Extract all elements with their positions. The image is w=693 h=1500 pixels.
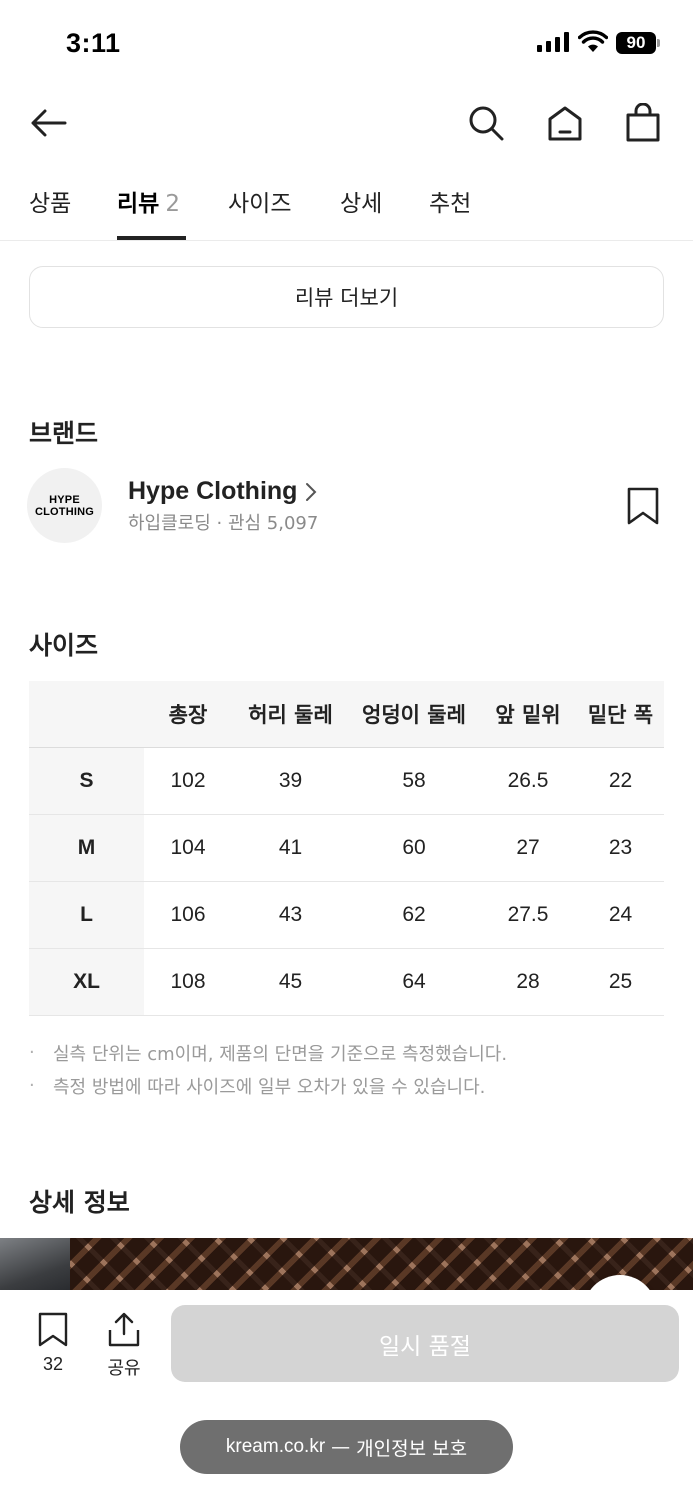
table-cell: 27.5 bbox=[479, 881, 577, 949]
tab-size[interactable]: 사이즈 bbox=[228, 184, 291, 240]
header-cell: 총장 bbox=[144, 681, 232, 748]
size-table: 총장 허리 둘레 엉덩이 둘레 앞 밑위 밑단 폭 S 102 39 58 26… bbox=[29, 681, 664, 1016]
table-cell: 102 bbox=[144, 747, 232, 815]
size-notes: · 실측 단위는 cm이며, 제품의 단면을 기준으로 측정했습니다. · 측정 방… bbox=[29, 1036, 669, 1102]
brand-subtitle: 하입클로딩 · 관심 5,097 bbox=[128, 513, 319, 534]
top-navigation bbox=[0, 95, 693, 155]
size-label: XL bbox=[29, 948, 144, 1016]
share-button[interactable]: 공유 bbox=[94, 1312, 154, 1380]
section-tabs: 상품 리뷰 2 사이즈 상세 추천 bbox=[0, 178, 693, 241]
table-cell: 60 bbox=[349, 814, 479, 882]
header-cell: 허리 둘레 bbox=[232, 681, 349, 748]
table-cell: 26.5 bbox=[479, 747, 577, 815]
table-row: L 106 43 62 27.5 24 bbox=[29, 881, 664, 949]
product-page: 3:11 90 상품 리뷰 2 사이즈 상세 추천 리뷰 더보기 브랜드 HYP… bbox=[0, 0, 693, 1500]
bullet: · bbox=[29, 1075, 35, 1096]
size-section-title: 사이즈 bbox=[29, 631, 99, 660]
size-note-text: 실측 단위는 cm이며, 제품의 단면을 기준으로 측정했습니다. bbox=[53, 1043, 508, 1065]
bookmark-icon bbox=[38, 1312, 68, 1347]
brand-section-title: 브랜드 bbox=[29, 419, 99, 448]
table-cell: 62 bbox=[349, 881, 479, 949]
cart-button[interactable] bbox=[621, 95, 665, 151]
privacy-label: 개인정보 보호 bbox=[356, 1437, 468, 1460]
table-cell: 104 bbox=[144, 814, 232, 882]
size-table-header: 총장 허리 둘레 엉덩이 둘레 앞 밑위 밑단 폭 bbox=[29, 681, 664, 748]
table-cell: 39 bbox=[232, 747, 349, 815]
battery-level: 90 bbox=[626, 33, 646, 52]
detail-image bbox=[0, 1238, 693, 1298]
review-count: 2 bbox=[165, 191, 180, 217]
table-row: S 102 39 58 26.5 22 bbox=[29, 747, 664, 815]
table-cell: 64 bbox=[349, 948, 479, 1016]
brand-logo-line: HYPE bbox=[49, 493, 80, 506]
tab-label: 추천 bbox=[429, 191, 472, 217]
battery-indicator: 90 bbox=[616, 32, 660, 54]
table-cell: 23 bbox=[577, 814, 664, 882]
header-cell: 앞 밑위 bbox=[479, 681, 577, 748]
table-cell: 45 bbox=[232, 948, 349, 1016]
search-button[interactable] bbox=[464, 95, 508, 151]
url-domain: kream.co.kr bbox=[225, 1436, 326, 1457]
header-cell bbox=[29, 681, 144, 748]
table-cell: 58 bbox=[349, 747, 479, 815]
tab-reviews[interactable]: 리뷰 2 bbox=[117, 184, 180, 240]
table-cell: 24 bbox=[577, 881, 664, 949]
tab-label: 상품 bbox=[29, 191, 72, 217]
size-note: · 측정 방법에 따라 사이즈에 일부 오차가 있을 수 있습니다. bbox=[29, 1069, 669, 1102]
share-label: 공유 bbox=[107, 1358, 141, 1379]
table-cell: 25 bbox=[577, 948, 664, 1016]
header-cell: 엉덩이 둘레 bbox=[349, 681, 479, 748]
detail-image-edge bbox=[0, 1238, 70, 1298]
table-cell: 108 bbox=[144, 948, 232, 1016]
tab-details[interactable]: 상세 bbox=[340, 184, 382, 240]
table-cell: 27 bbox=[479, 814, 577, 882]
home-icon bbox=[548, 106, 582, 141]
detail-section-title: 상세 정보 bbox=[29, 1188, 130, 1217]
cellular-signal-icon bbox=[537, 32, 569, 52]
size-label: L bbox=[29, 881, 144, 949]
table-cell: 22 bbox=[577, 747, 664, 815]
header-cell: 밑단 폭 bbox=[577, 681, 664, 748]
back-button[interactable] bbox=[26, 95, 70, 151]
brand-logo-line: CLOTHING bbox=[34, 505, 95, 518]
wishlist-button[interactable]: 32 bbox=[23, 1312, 83, 1375]
size-label: S bbox=[29, 747, 144, 815]
more-reviews-button[interactable]: 리뷰 더보기 bbox=[29, 266, 664, 328]
tab-label: 리뷰 bbox=[117, 191, 160, 217]
chevron-right-icon bbox=[306, 482, 317, 501]
size-label: M bbox=[29, 814, 144, 882]
table-row: XL 108 45 64 28 25 bbox=[29, 948, 664, 1016]
status-bar: 3:11 90 bbox=[0, 0, 693, 88]
table-row: M 104 41 60 27 23 bbox=[29, 814, 664, 882]
table-cell: 43 bbox=[232, 881, 349, 949]
table-cell: 106 bbox=[144, 881, 232, 949]
home-button[interactable] bbox=[543, 95, 587, 151]
size-note-text: 측정 방법에 따라 사이즈에 일부 오차가 있을 수 있습니다. bbox=[53, 1076, 486, 1098]
browser-url-pill[interactable]: kream.co.kr — 개인정보 보호 bbox=[180, 1420, 513, 1474]
active-tab-indicator bbox=[117, 236, 186, 240]
brand-bookmark-icon[interactable] bbox=[624, 486, 662, 526]
tab-recommended[interactable]: 추천 bbox=[429, 184, 471, 240]
battery-cap bbox=[657, 39, 660, 47]
bullet: · bbox=[29, 1042, 35, 1063]
wifi-icon bbox=[578, 30, 608, 52]
back-arrow-icon bbox=[31, 109, 67, 137]
wishlist-count: 32 bbox=[42, 1354, 64, 1374]
table-cell: 28 bbox=[479, 948, 577, 1016]
shopping-bag-icon bbox=[626, 103, 660, 142]
share-icon bbox=[108, 1312, 140, 1347]
brand-name: Hype Clothing bbox=[128, 477, 298, 505]
brand-logo[interactable]: HYPE CLOTHING bbox=[27, 468, 102, 543]
status-time: 3:11 bbox=[66, 28, 121, 58]
soldout-button[interactable]: 일시 품절 bbox=[171, 1305, 679, 1382]
size-note: · 실측 단위는 cm이며, 제품의 단면을 기준으로 측정했습니다. bbox=[29, 1036, 669, 1069]
url-separator: — bbox=[331, 1436, 351, 1458]
tab-label: 사이즈 bbox=[228, 191, 292, 217]
brand-name-link[interactable]: Hype Clothing bbox=[128, 477, 317, 506]
tab-product[interactable]: 상품 bbox=[29, 184, 71, 240]
search-icon bbox=[469, 106, 504, 141]
tab-label: 상세 bbox=[340, 191, 383, 217]
table-cell: 41 bbox=[232, 814, 349, 882]
